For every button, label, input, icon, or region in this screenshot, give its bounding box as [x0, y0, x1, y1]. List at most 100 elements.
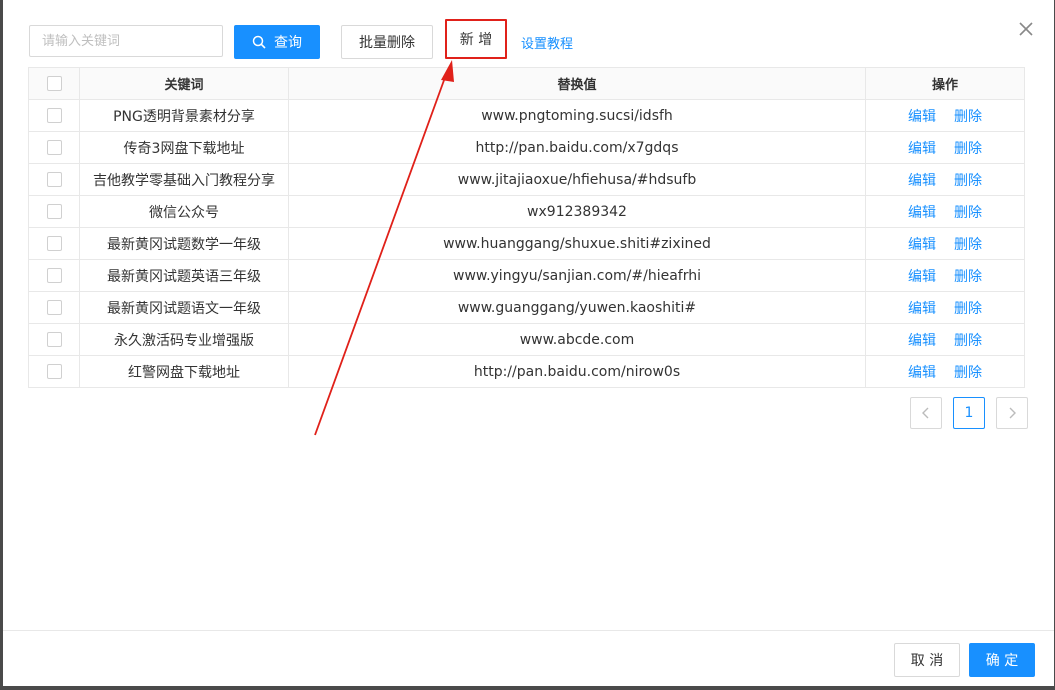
row-checkbox[interactable]: [46, 332, 62, 347]
delete-link[interactable]: 删除: [954, 269, 982, 285]
batch-delete-label: 批量删除: [359, 35, 415, 51]
search-button-label: 查询: [274, 35, 302, 51]
actions-cell: 编辑 删除: [865, 259, 1025, 292]
keyword-cell: 最新黄冈试题语文一年级: [79, 291, 289, 324]
row-select-cell: [28, 259, 80, 292]
edit-link[interactable]: 编辑: [908, 205, 936, 221]
dialog-footer: 取 消 确 定: [3, 630, 1054, 687]
cancel-button[interactable]: 取 消: [894, 643, 960, 677]
table-row: 微信公众号 wx912389342 编辑 删除: [28, 195, 1025, 228]
keyword-cell: PNG透明背景素材分享: [79, 99, 289, 132]
row-select-cell: [28, 355, 80, 388]
actions-cell: 编辑 删除: [865, 131, 1025, 164]
keyword-cell: 吉他教学零基础入门教程分享: [79, 163, 289, 196]
row-select-cell: [28, 99, 80, 132]
ok-button[interactable]: 确 定: [969, 643, 1035, 677]
value-cell: wx912389342: [288, 195, 866, 228]
page-button-current[interactable]: 1: [953, 397, 985, 429]
search-icon: [252, 35, 266, 49]
delete-link[interactable]: 删除: [954, 333, 982, 349]
edit-link[interactable]: 编辑: [908, 173, 936, 189]
table-row: 永久激活码专业增强版 www.abcde.com 编辑 删除: [28, 323, 1025, 356]
delete-link[interactable]: 删除: [954, 109, 982, 125]
table-row: 最新黄冈试题英语三年级 www.yingyu/sanjian.com/#/hiea…: [28, 259, 1025, 292]
value-cell: www.guanggang/yuwen.kaoshiti#: [288, 291, 866, 324]
value-cell: www.jitajiaoxue/hfiehusa/#hdsufb: [288, 163, 866, 196]
value-cell: www.abcde.com: [288, 323, 866, 356]
row-select-cell: [28, 291, 80, 324]
actions-cell: 编辑 删除: [865, 355, 1025, 388]
actions-cell: 编辑 删除: [865, 323, 1025, 356]
edit-link[interactable]: 编辑: [908, 333, 936, 349]
actions-cell: 编辑 删除: [865, 195, 1025, 228]
table-header-row: 关键词 替换值 操作: [28, 67, 1025, 100]
search-input[interactable]: [29, 25, 223, 57]
value-cell: http://pan.baidu.com/x7gdqs: [288, 131, 866, 164]
table-row: 吉他教学零基础入门教程分享 www.jitajiaoxue/hfiehusa/#h…: [28, 163, 1025, 196]
keyword-cell: 最新黄冈试题英语三年级: [79, 259, 289, 292]
search-button[interactable]: 查询: [234, 25, 320, 59]
select-all-checkbox[interactable]: [46, 76, 62, 91]
table-row: 红警网盘下载地址 http://pan.baidu.com/nirow0s 编辑 删除: [28, 355, 1025, 388]
keyword-cell: 传奇3网盘下载地址: [79, 131, 289, 164]
edit-link[interactable]: 编辑: [908, 269, 936, 285]
row-checkbox[interactable]: [46, 140, 62, 155]
edit-link[interactable]: 编辑: [908, 141, 936, 157]
delete-link[interactable]: 删除: [954, 205, 982, 221]
value-cell: www.pngtoming.sucsi/idsfh: [288, 99, 866, 132]
actions-cell: 编辑 删除: [865, 163, 1025, 196]
keyword-cell: 最新黄冈试题数学一年级: [79, 227, 289, 260]
tutorial-link[interactable]: 设置教程: [521, 33, 573, 52]
delete-link[interactable]: 删除: [954, 173, 982, 189]
row-select-cell: [28, 163, 80, 196]
value-header: 替换值: [288, 67, 866, 100]
value-cell: http://pan.baidu.com/nirow0s: [288, 355, 866, 388]
table-row: 最新黄冈试题语文一年级 www.guanggang/yuwen.kaoshiti#…: [28, 291, 1025, 324]
value-cell: www.huanggang/shuxue.shiti#zixined: [288, 227, 866, 260]
chevron-left-icon: [922, 407, 929, 419]
row-checkbox[interactable]: [46, 364, 62, 379]
add-button-label: 新 增: [459, 32, 493, 48]
chevron-right-icon: [1009, 407, 1016, 419]
toolbar: 查询 批量删除 新 增 设置教程: [3, 0, 1054, 66]
keyword-cell: 微信公众号: [79, 195, 289, 228]
keyword-cell: 红警网盘下载地址: [79, 355, 289, 388]
row-checkbox[interactable]: [46, 236, 62, 251]
actions-cell: 编辑 删除: [865, 227, 1025, 260]
next-page-button[interactable]: [996, 397, 1028, 429]
row-checkbox[interactable]: [46, 268, 62, 283]
row-checkbox[interactable]: [46, 172, 62, 187]
actions-cell: 编辑 删除: [865, 99, 1025, 132]
edit-link[interactable]: 编辑: [908, 237, 936, 253]
cancel-button-label: 取 消: [910, 653, 944, 669]
value-cell: www.yingyu/sanjian.com/#/hieafrhi: [288, 259, 866, 292]
actions-cell: 编辑 删除: [865, 291, 1025, 324]
row-checkbox[interactable]: [46, 204, 62, 219]
batch-delete-button[interactable]: 批量删除: [341, 25, 433, 59]
keyword-header: 关键词: [79, 67, 289, 100]
table-row: PNG透明背景素材分享 www.pngtoming.sucsi/idsfh 编辑 删除: [28, 99, 1025, 132]
delete-link[interactable]: 删除: [954, 301, 982, 317]
select-all-cell: [28, 67, 80, 100]
row-select-cell: [28, 323, 80, 356]
actions-header: 操作: [865, 67, 1025, 100]
row-checkbox[interactable]: [46, 300, 62, 315]
table-row: 最新黄冈试题数学一年级 www.huanggang/shuxue.shiti#zi…: [28, 227, 1025, 260]
ok-button-label: 确 定: [985, 653, 1019, 669]
edit-link[interactable]: 编辑: [908, 109, 936, 125]
edit-link[interactable]: 编辑: [908, 301, 936, 317]
row-select-cell: [28, 195, 80, 228]
keyword-replace-dialog: 查询 批量删除 新 增 设置教程 关键词 替换值: [3, 0, 1054, 686]
delete-link[interactable]: 删除: [954, 365, 982, 381]
prev-page-button[interactable]: [910, 397, 942, 429]
row-select-cell: [28, 131, 80, 164]
delete-link[interactable]: 删除: [954, 141, 982, 157]
table-row: 传奇3网盘下载地址 http://pan.baidu.com/x7gdqs 编辑 删除: [28, 131, 1025, 164]
edit-link[interactable]: 编辑: [908, 365, 936, 381]
add-button[interactable]: 新 增: [445, 19, 507, 59]
row-checkbox[interactable]: [46, 108, 62, 123]
keyword-table: 关键词 替换值 操作 PNG透明背景素材分享 www.pngtoming.sucs…: [28, 67, 1025, 388]
keyword-cell: 永久激活码专业增强版: [79, 323, 289, 356]
row-select-cell: [28, 227, 80, 260]
delete-link[interactable]: 删除: [954, 237, 982, 253]
